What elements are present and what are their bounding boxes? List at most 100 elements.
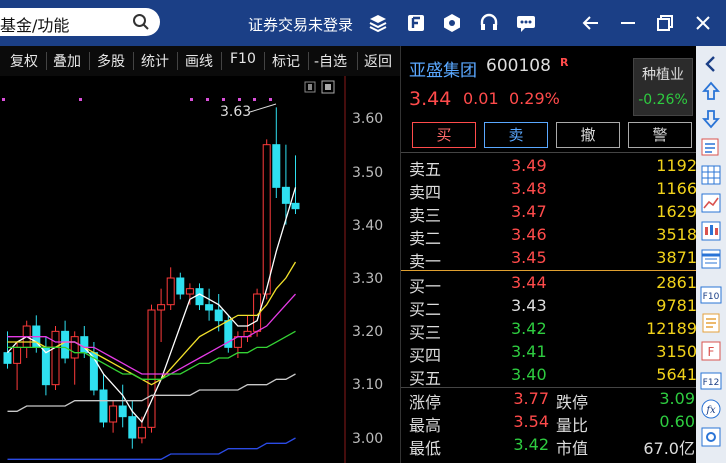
sell-button[interactable]: 卖 (484, 122, 548, 148)
ask-row[interactable]: 卖二 3.46 3518 (401, 224, 697, 248)
candle-body (109, 405, 118, 423)
ask-price: 3.46 (511, 225, 547, 244)
chart-toolbar: 复权 叠加 多股 统计 画线 F10 标记 -自选 返回 (0, 46, 400, 77)
chat-icon[interactable] (515, 12, 537, 34)
quote-panel: 亚盛集团 600108 R 3.44 0.01 0.29% 种植业 -0.26%… (400, 46, 697, 463)
layers-icon[interactable] (367, 12, 389, 34)
candlestick-chart[interactable]: 3.63 3.60 3.50 3.40 3.30 3.20 3.10 3.00 (0, 76, 400, 463)
buy-button[interactable]: 买 (412, 122, 476, 148)
line-chart-icon[interactable] (699, 191, 723, 215)
f12-icon[interactable]: F12 (699, 369, 723, 393)
candle-body (195, 288, 204, 306)
bid-row[interactable]: 买一 3.44 2861 (401, 272, 697, 296)
volume-ratio-value: 0.60 (659, 412, 695, 431)
toolbar-multi-stock[interactable]: 多股 (97, 51, 125, 71)
bid-price: 3.42 (511, 319, 547, 338)
close-icon[interactable] (690, 10, 716, 36)
ask-price: 3.45 (511, 248, 547, 267)
toolbar-mark[interactable]: 标记 (272, 51, 300, 71)
bid-row[interactable]: 买五 3.40 5641 (401, 364, 697, 388)
sector-name: 种植业 (642, 67, 684, 83)
hexagon-icon[interactable] (441, 12, 463, 34)
search-icon[interactable] (132, 13, 150, 31)
cancel-order-button[interactable]: 撤 (556, 122, 620, 148)
bid-row[interactable]: 买二 3.43 9781 (401, 295, 697, 319)
svg-text:F10: F10 (703, 292, 720, 302)
toolbar-back[interactable]: 返回 (364, 51, 392, 71)
margin-badge: R (560, 56, 569, 69)
table-icon[interactable] (699, 247, 723, 271)
document-icon[interactable] (699, 311, 723, 335)
ask-label: 卖四 (409, 183, 442, 202)
fx-icon[interactable]: fx (699, 397, 723, 421)
y-tick-label: 3.60 (352, 111, 383, 127)
minimize-icon[interactable] (615, 10, 641, 36)
candle-body (70, 336, 79, 359)
list-icon[interactable] (699, 135, 723, 159)
divider (264, 52, 265, 70)
ask-row[interactable]: 卖五 3.49 1192 (401, 155, 697, 179)
ask-volume: 3518 (656, 225, 697, 244)
high-value: 3.54 (513, 412, 549, 431)
sector-change: -0.26% (638, 92, 688, 108)
candle-body (13, 346, 22, 364)
candle-body (185, 288, 194, 295)
ask-row[interactable]: 卖一 3.45 3871 (401, 247, 697, 271)
ask-label: 卖五 (409, 160, 442, 179)
search-input[interactable]: 基金/功能 (0, 12, 69, 36)
down-arrow-icon[interactable] (699, 107, 723, 131)
limit-down-label: 跌停 (556, 393, 589, 412)
market-cap-label: 市值 (556, 439, 589, 458)
limit-down-value: 3.09 (659, 389, 695, 408)
toolbar-f10[interactable]: F10 (230, 51, 256, 67)
candle-body (281, 186, 290, 204)
last-price: 3.44 (409, 88, 452, 110)
f10-icon[interactable]: F10 (699, 283, 723, 307)
bid-volume: 9781 (656, 296, 697, 315)
ask-volume: 1192 (656, 156, 697, 175)
toolbar-fuquan[interactable]: 复权 (10, 51, 38, 71)
toolbar-draw-line[interactable]: 画线 (185, 51, 213, 71)
candlestick-icon[interactable] (699, 219, 723, 243)
search-box[interactable]: 基金/功能 (0, 8, 160, 36)
back-arrow-icon[interactable] (578, 10, 604, 36)
sector-box[interactable]: 种植业 -0.26% (633, 58, 693, 116)
restore-icon[interactable] (652, 10, 678, 36)
divider (308, 52, 309, 70)
candle-body (118, 405, 127, 418)
ask-row[interactable]: 卖三 3.47 1629 (401, 201, 697, 225)
settings-icon[interactable] (699, 425, 723, 449)
divider (357, 52, 358, 70)
price-alert-button[interactable]: 警 (628, 122, 692, 148)
bid-volume: 2861 (656, 273, 697, 292)
bid-row[interactable]: 买四 3.41 3150 (401, 341, 697, 365)
bid-row[interactable]: 买三 3.42 12189 (401, 318, 697, 342)
bid-price: 3.40 (511, 365, 547, 384)
toolbar-remove-watchlist[interactable]: -自选 (314, 51, 347, 71)
candle-body (99, 389, 108, 423)
bid-price: 3.44 (511, 273, 547, 292)
high-label: 最高 (409, 416, 442, 435)
candle-body (176, 277, 185, 295)
toolbar-overlay[interactable]: 叠加 (53, 51, 81, 71)
chevron-left-icon[interactable] (699, 52, 723, 76)
f-icon[interactable]: F (699, 339, 723, 363)
ask-row[interactable]: 卖四 3.48 1166 (401, 178, 697, 202)
ask-label: 卖三 (409, 206, 442, 225)
candle-body (147, 309, 156, 428)
market-cap-value: 67.0亿 (643, 439, 695, 458)
divider (89, 52, 90, 70)
up-arrow-icon[interactable] (699, 79, 723, 103)
stock-name[interactable]: 亚盛集团 (409, 56, 477, 81)
toolbar-statistics[interactable]: 统计 (141, 51, 169, 71)
login-status[interactable]: 证券交易未登录 (248, 14, 353, 35)
low-label: 最低 (409, 439, 442, 458)
f-square-icon[interactable] (405, 12, 427, 34)
low-value: 3.42 (513, 435, 549, 454)
ask-price: 3.47 (511, 202, 547, 221)
bid-label: 买一 (409, 277, 442, 296)
svg-text:fx: fx (705, 405, 716, 416)
headset-icon[interactable] (478, 12, 500, 34)
grid-icon[interactable] (699, 163, 723, 187)
ask-volume: 1629 (656, 202, 697, 221)
